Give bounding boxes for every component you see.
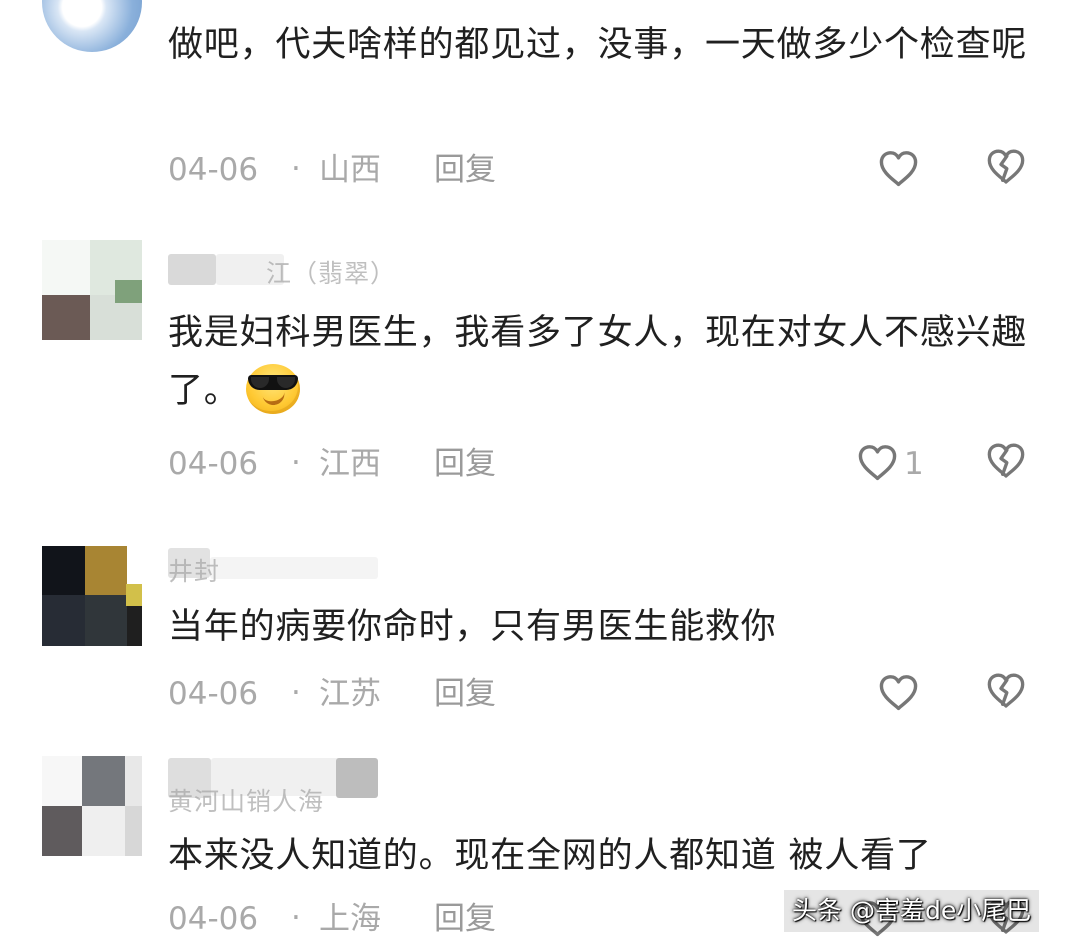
separator-dot: ·	[291, 900, 301, 936]
like-button[interactable]	[873, 669, 937, 723]
like-button[interactable]: 1	[852, 439, 924, 493]
username[interactable]: 井封	[168, 544, 418, 586]
avatar-pixel-block	[115, 280, 142, 303]
dislike-button[interactable]	[984, 669, 1028, 719]
dislike-button[interactable]	[984, 439, 1028, 489]
avatar-pixel-block	[42, 806, 82, 856]
avatar[interactable]	[42, 240, 142, 340]
comment-location: 江西	[319, 446, 381, 482]
avatar-pixel-block	[42, 546, 85, 595]
username[interactable]: 黄河山销人海	[168, 758, 418, 816]
comment-date: 04-06	[168, 152, 259, 188]
comment-item: 井封 当年的病要你命时，只有男医生能救你 04-06 · 江苏 回复	[0, 540, 1072, 738]
broken-heart-icon	[987, 673, 1025, 708]
comment-item: 做吧，代夫啥样的都见过，没事，一天做多少个检查呢 04-06 · 山西 回复	[0, 0, 1072, 218]
watermark-text: 头条 @害羞de小尾巴	[784, 890, 1040, 932]
avatar-pixel-block	[125, 806, 142, 856]
emoji-sunglasses	[247, 375, 298, 390]
like-button[interactable]	[873, 145, 937, 199]
avatar-pixel-block	[82, 806, 125, 856]
username[interactable]: 江（翡翠）	[168, 250, 418, 288]
comment-location: 上海	[319, 901, 381, 937]
avatar-pixel-block	[42, 240, 90, 295]
reply-button[interactable]: 回复	[434, 146, 496, 194]
avatar-pixel-block	[82, 756, 125, 806]
username-partial: 黄河山销人海	[168, 787, 325, 816]
avatar[interactable]	[42, 756, 142, 856]
blurred-username	[168, 254, 216, 285]
sunglasses-smiley-icon	[244, 364, 302, 414]
avatar[interactable]	[42, 546, 142, 646]
comment-location: 江苏	[319, 676, 381, 712]
dislike-button[interactable]	[984, 145, 1028, 195]
avatar-pixel-block	[42, 756, 82, 806]
reply-button[interactable]: 回复	[434, 670, 496, 718]
comment-text: 我是妇科男医生，我看多了女人，现在对女人不感兴趣了。	[168, 304, 1038, 420]
heart-outline-icon	[879, 675, 918, 711]
username-partial: 井封	[168, 557, 221, 586]
avatar-pixel-block	[125, 756, 142, 806]
separator-dot: ·	[291, 151, 301, 187]
comment-text: 做吧，代夫啥样的都见过，没事，一天做多少个检查呢	[168, 25, 1028, 65]
heart-outline-icon	[858, 445, 897, 481]
separator-dot: ·	[291, 445, 301, 481]
comment-date: 04-06	[168, 446, 259, 482]
heart-outline-icon	[879, 151, 918, 187]
avatar-pixel-block	[85, 546, 127, 595]
like-count: 1	[904, 446, 924, 482]
username-partial: 江（翡翠）	[266, 259, 397, 288]
broken-heart-icon	[987, 443, 1025, 478]
avatar-pixel-block	[42, 295, 90, 340]
blurred-username	[336, 758, 378, 798]
avatar-pixel-block	[126, 584, 142, 606]
comment-date: 04-06	[168, 901, 259, 937]
comment-item: 江（翡翠） 我是妇科男医生，我看多了女人，现在对女人不感兴趣了。 04-06 ·…	[0, 238, 1072, 518]
avatar-pixel-block	[42, 595, 85, 646]
avatar[interactable]	[42, 0, 142, 52]
comment-text: 本来没人知道的。现在全网的人都知道 被人看了	[168, 836, 932, 876]
comment-location: 山西	[319, 152, 381, 188]
avatar-pixel-block	[85, 595, 127, 646]
comment-text: 当年的病要你命时，只有男医生能救你	[168, 607, 777, 647]
comment-date: 04-06	[168, 676, 259, 712]
reply-button[interactable]: 回复	[434, 440, 496, 488]
blurred-username	[210, 557, 378, 579]
broken-heart-icon	[987, 149, 1025, 184]
reply-button[interactable]: 回复	[434, 895, 496, 943]
separator-dot: ·	[291, 675, 301, 711]
